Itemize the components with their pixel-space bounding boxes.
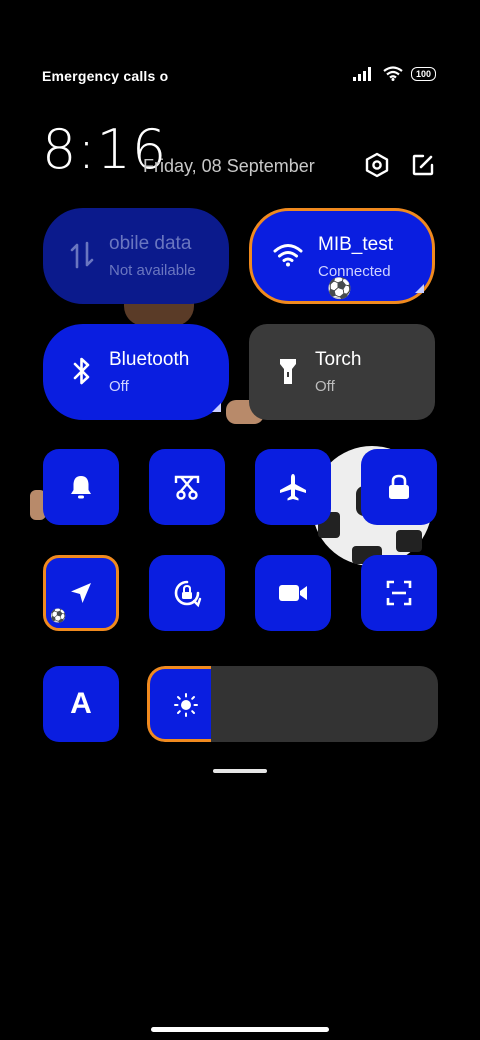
location-arrow-icon <box>71 583 91 603</box>
battery-indicator: 100 <box>410 66 436 81</box>
scan-icon <box>386 580 412 606</box>
torch-title: Torch <box>315 349 362 370</box>
screen-recorder-toggle[interactable] <box>255 555 331 631</box>
expand-corner-icon <box>415 284 424 293</box>
wifi-tile-icon <box>271 238 305 272</box>
video-camera-icon <box>279 585 307 601</box>
bell-icon <box>71 476 91 499</box>
mobile-data-status: Not available <box>109 262 196 279</box>
ring-mode-toggle[interactable] <box>43 449 119 525</box>
carrier-text: Emergency calls o <box>42 68 169 84</box>
auto-rotate-toggle[interactable] <box>149 555 225 631</box>
font-size-toggle[interactable]: A <box>43 666 119 742</box>
status-icons: 100 <box>352 66 436 81</box>
location-toggle[interactable]: ⚽ <box>43 555 119 631</box>
torch-tile[interactable]: Torch Off <box>249 324 435 420</box>
football-icon: ⚽ <box>327 278 352 300</box>
airplane-mode-toggle[interactable] <box>255 449 331 525</box>
lock-icon <box>389 474 409 499</box>
torch-icon <box>271 354 305 388</box>
wifi-network-name: MIB_test <box>318 234 393 255</box>
torch-status: Off <box>315 378 335 395</box>
date-label: Friday, 08 September <box>143 156 315 176</box>
signal-bars-icon <box>352 66 371 81</box>
bluetooth-status: Off <box>109 378 129 395</box>
settings-hex-icon <box>365 152 389 178</box>
drag-handle[interactable] <box>213 769 267 773</box>
expand-corner-icon <box>212 403 221 412</box>
scissors-icon <box>174 475 200 500</box>
bluetooth-icon <box>65 354 99 388</box>
brightness-slider[interactable] <box>147 666 438 742</box>
wifi-icon <box>383 66 403 81</box>
edit-icon <box>412 154 434 176</box>
settings-button[interactable] <box>362 150 392 180</box>
edit-button[interactable] <box>408 150 438 180</box>
rotate-lock-icon <box>174 580 202 608</box>
lock-screen-toggle[interactable] <box>361 449 437 525</box>
brightness-sun-icon <box>174 693 198 717</box>
airplane-icon <box>280 474 306 501</box>
screenshot-toggle[interactable] <box>149 449 225 525</box>
mobile-data-icon <box>65 238 99 272</box>
scanner-toggle[interactable] <box>361 555 437 631</box>
bluetooth-tile[interactable]: Bluetooth Off <box>43 324 229 420</box>
status-bar: Emergency calls o 100 <box>0 62 480 90</box>
football-icon: ⚽ <box>50 608 67 623</box>
font-a-icon: A <box>70 687 92 720</box>
bluetooth-title: Bluetooth <box>109 349 190 370</box>
mobile-data-tile[interactable]: obile data Not available <box>43 208 229 304</box>
wifi-tile[interactable]: MIB_test Connected ⚽ <box>249 208 435 304</box>
home-indicator[interactable] <box>151 1027 329 1032</box>
mobile-data-title: obile data <box>109 233 192 254</box>
